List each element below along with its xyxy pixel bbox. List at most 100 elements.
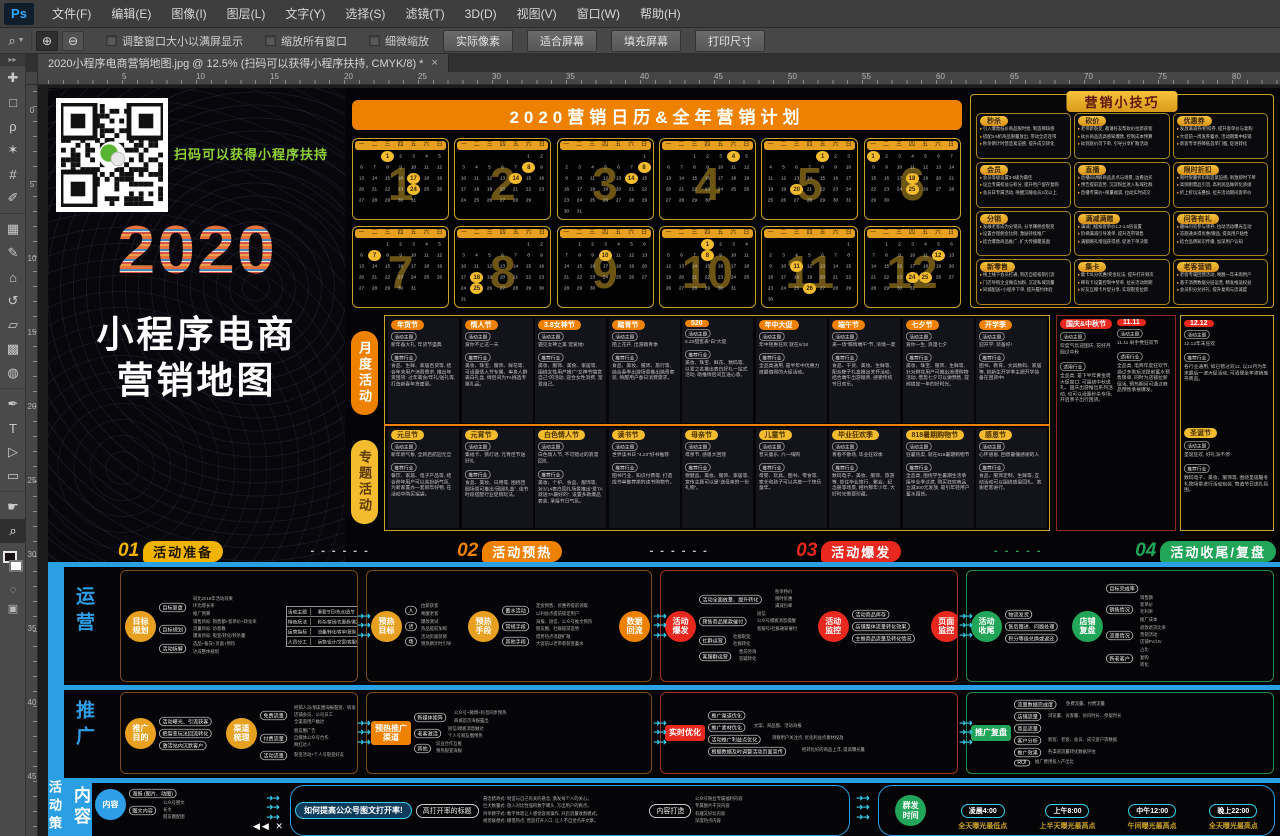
menu-item-0[interactable]: 文件(F) — [42, 0, 101, 28]
marquee-tool[interactable]: □ — [0, 90, 26, 114]
menu-item-4[interactable]: 文字(Y) — [275, 0, 335, 28]
calendar-day: 24 — [779, 284, 789, 293]
weekday-label: 六 — [628, 229, 634, 238]
theme-tag: 活动主题 — [465, 332, 491, 341]
history-brush-tool[interactable]: ↺ — [0, 289, 26, 313]
calendar-day: 17 — [459, 185, 469, 194]
document-canvas[interactable]: 扫码可以获得小程序扶持 2020 小程序电商 营销地图 2020营销日历&全年营… — [38, 85, 1280, 836]
calendar-day: 18 — [470, 272, 483, 283]
lasso-tool[interactable]: ρ — [0, 114, 26, 138]
schedule-slot: 晚上22:00全天曝光最高点 — [1209, 804, 1258, 831]
calendar-day: 18 — [728, 174, 738, 183]
calendar-day: 20 — [639, 262, 649, 271]
industry-tag: 推荐行业 — [832, 463, 858, 472]
calendar-day: 9 — [715, 251, 725, 260]
weekday-label: 一 — [358, 141, 364, 150]
mindmap-subitem: 社群裂变 — [733, 635, 750, 640]
activity-industry: 图书行业、知识付费等, 打造成书单推荐类的读书购物节。 — [612, 474, 677, 486]
pen-tool[interactable]: ✒ — [0, 392, 26, 416]
shape-tool[interactable]: ▭ — [0, 464, 26, 488]
calendar-day: 12 — [434, 163, 444, 172]
calendar-day: 1 — [381, 151, 394, 162]
menu-item-1[interactable]: 编辑(E) — [101, 0, 161, 28]
calendar-day: 27 — [356, 196, 366, 205]
option-button-2[interactable]: 填充屏幕 — [611, 30, 681, 52]
menu-item-9[interactable]: 窗口(W) — [567, 0, 630, 28]
promo-cell-4: 推广复盘流量数据完成度免费流量、付费流量店铺流量浏览量、访客量、访问时长、停留时… — [966, 692, 1274, 774]
weekday-label: 三 — [794, 141, 800, 150]
activity-industry: 美妆、个护、食品、服饰等, 对3/14表白回礼场景推出“爱TA就送TA最好的”,… — [538, 481, 603, 505]
quick-mask-button[interactable]: ◌ — [0, 581, 26, 599]
menu-item-6[interactable]: 滤镜(T) — [395, 0, 454, 28]
mindmap-pill: 活动全面放量、提升转化 — [699, 595, 762, 604]
calendar-day: 17 — [408, 262, 418, 271]
screen-mode-button[interactable]: ▣ — [0, 599, 26, 617]
industry-tag: 推荐行业 — [685, 350, 711, 359]
mindmap-group: 活动 爆发活动全面放量、提升转化秒杀特价限时优惠满减包邮预售商品尾款催付短信公众… — [665, 589, 813, 664]
path-selection-tool[interactable]: ▷ — [0, 440, 26, 464]
hand-tool[interactable]: ☛ — [0, 495, 26, 519]
mindmap-pill: 销售情况 — [1106, 605, 1133, 614]
calendar-day: 17 — [407, 173, 420, 184]
tip-bullet: ▸满额赠礼增强获得感, 促进下单决策 — [1078, 240, 1141, 245]
toolbar-collapse-icon[interactable]: ▸▸ — [0, 54, 25, 66]
gradient-tool[interactable]: ▩ — [0, 337, 26, 361]
option-button-1[interactable]: 适合屏幕 — [527, 30, 597, 52]
menu-item-7[interactable]: 3D(D) — [455, 0, 507, 28]
calendar-day: 7 — [689, 251, 699, 260]
menu-item-5[interactable]: 选择(S) — [335, 0, 395, 28]
type-tool[interactable]: T — [0, 416, 26, 440]
calendar-weekday-row: 一二三四五六日 — [867, 229, 958, 238]
menu-item-8[interactable]: 视图(V) — [507, 0, 567, 28]
calendar-day: 8 — [689, 163, 699, 172]
menu-item-10[interactable]: 帮助(H) — [630, 0, 691, 28]
option-checkbox-1[interactable]: 缩放所有窗口 — [265, 33, 347, 49]
weekday-label: 五 — [513, 229, 519, 238]
document-tab[interactable]: 2020小程序电商营销地图.jpg @ 12.5% (扫码可以获得小程序扶持, … — [38, 54, 449, 72]
eraser-tool[interactable]: ▱ — [0, 313, 26, 337]
calendar-day: 24 — [459, 284, 469, 293]
zoom-in-button[interactable]: ⊕ — [36, 31, 58, 51]
calendar-day: 25 — [587, 196, 597, 205]
calendar-day: 30 — [715, 284, 725, 293]
calendar-day: 17 — [779, 273, 789, 282]
calendar-day: 9 — [395, 251, 405, 260]
calendar-day: 23 — [715, 273, 725, 282]
zoom-tool[interactable]: ⌕ — [0, 519, 26, 543]
calendar-day: 30 — [831, 196, 841, 205]
mindmap-item: 活动商品库存 — [852, 609, 926, 620]
option-checkbox-0[interactable]: 调整窗口大小以满屏显示 — [106, 33, 243, 49]
mindmap-node: 活动 收尾 — [971, 611, 1002, 642]
calendar-day: 5 — [933, 240, 943, 249]
magic-wand-tool[interactable]: ✶ — [0, 138, 26, 162]
zoom-tool-icon[interactable]: ⌕▼ — [6, 31, 32, 51]
menu-item-2[interactable]: 图像(I) — [161, 0, 216, 28]
healing-brush-tool[interactable]: ▦ — [0, 217, 26, 241]
tip-bullet: ▸基于消费数据分层运营, 精准推送权益 — [1177, 281, 1240, 286]
option-button-0[interactable]: 实际像素 — [443, 30, 513, 52]
mindmap-group: 活动主题重要节日/热点/造节特色玩法秒杀/拼团/优惠券/满减运营指标流量/转化/… — [286, 606, 358, 647]
move-tool[interactable]: ✚ — [0, 66, 26, 90]
activity-industry: 美妆、珠宝、鲜花、数码等, 以爱之名推出表白好礼一站式活动, 助推情侣间互送心意… — [685, 361, 750, 379]
background-color-swatch[interactable] — [9, 560, 23, 572]
ruler-h-number: 10 — [196, 72, 205, 81]
crop-tool[interactable]: # — [0, 162, 26, 186]
mindmap-item: 推广素材优化文案、商品图、活动海报 — [708, 722, 889, 733]
activity-industry: 食品、生鲜、家居百货等, 结合年末用户消费需求, 推出年货囤货: 过年美食/年礼… — [391, 364, 456, 388]
mindmap-item: 新老客户占比复购转化 — [1106, 647, 1176, 669]
mindmap-subitem: 同比2019年活动效果 — [193, 597, 233, 602]
zoom-out-button[interactable]: ⊖ — [62, 31, 84, 51]
clone-stamp-tool[interactable]: ⌂ — [0, 265, 26, 289]
activity-theme: 普天童乐, 六一嗨购 — [759, 453, 824, 459]
eyedropper-tool[interactable]: ✐ — [0, 186, 26, 210]
option-checkbox-2[interactable]: 细微缩放 — [369, 33, 429, 49]
mindmap-subs: 经销人员/朋友圈海报裂变、转发店铺会员、公司员工全渠道用户触达 — [294, 705, 358, 727]
brush-tool[interactable]: ✎ — [0, 241, 26, 265]
tab-close-icon[interactable]: × — [431, 57, 437, 69]
blur-tool[interactable]: ◍ — [0, 361, 26, 385]
option-button-3[interactable]: 打印尺寸 — [695, 30, 765, 52]
calendar-day: 23 — [881, 185, 891, 194]
mindmap-subitem: 推广预算 — [193, 612, 233, 617]
photoshop-logo[interactable]: Ps — [4, 3, 34, 25]
menu-item-3[interactable]: 图层(L) — [217, 0, 276, 28]
